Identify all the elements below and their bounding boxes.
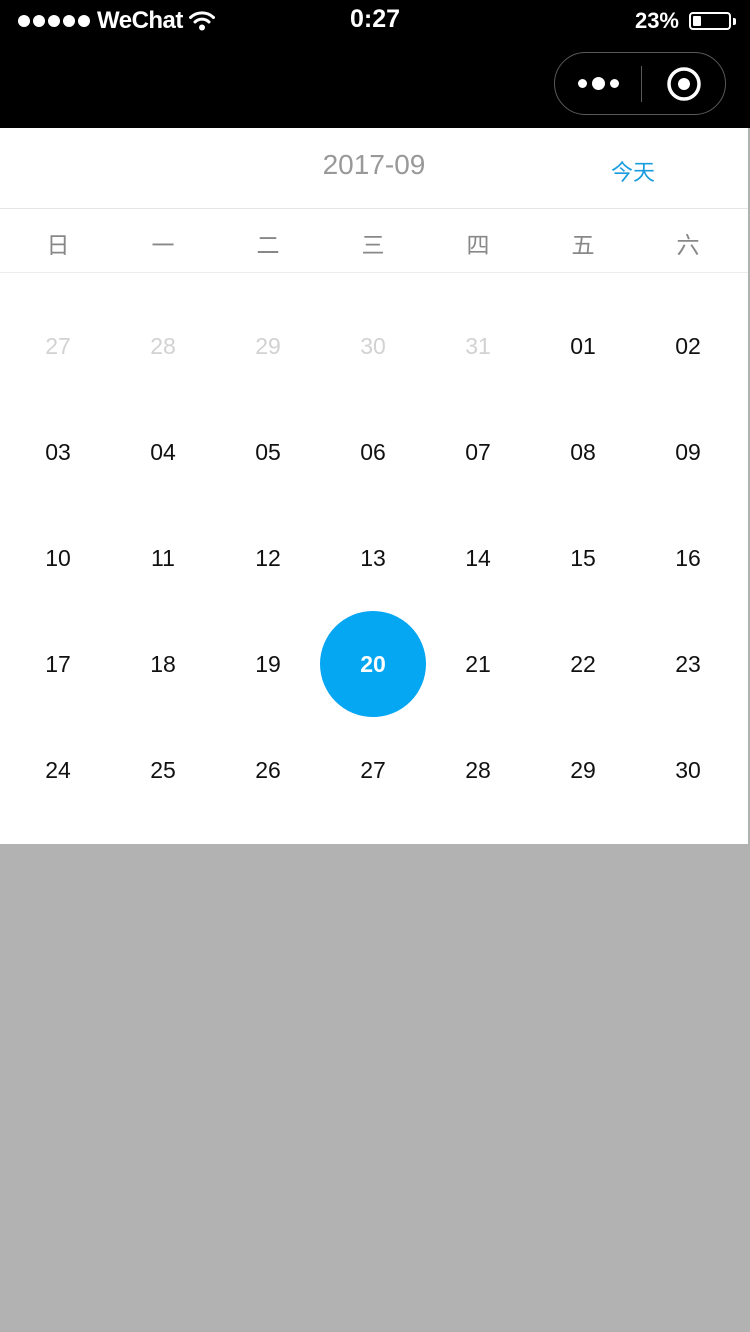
day-cell-other-month[interactable]: 31	[425, 293, 531, 399]
day-cell[interactable]: 22	[530, 611, 636, 717]
day-cell[interactable]: 10	[5, 505, 111, 611]
weekday-label: 一	[151, 232, 175, 258]
battery-icon	[689, 12, 731, 30]
day-cell[interactable]: 17	[5, 611, 111, 717]
day-cell[interactable]: 18	[110, 611, 216, 717]
day-cell-selected[interactable]: 20	[320, 611, 426, 717]
day-cell[interactable]: 05	[215, 399, 321, 505]
day-cell-other-month[interactable]: 27	[5, 293, 111, 399]
day-cell[interactable]: 08	[530, 399, 636, 505]
mini-program-capsule	[554, 52, 726, 115]
day-cell[interactable]: 14	[425, 505, 531, 611]
day-cell[interactable]: 09	[635, 399, 741, 505]
day-cell[interactable]: 28	[425, 717, 531, 823]
day-cell[interactable]: 19	[215, 611, 321, 717]
day-cell-other-month[interactable]: 28	[110, 293, 216, 399]
day-cell[interactable]: 04	[110, 399, 216, 505]
day-cell-other-month[interactable]: 30	[320, 293, 426, 399]
day-cell[interactable]: 25	[110, 717, 216, 823]
day-cell[interactable]: 26	[215, 717, 321, 823]
day-cell[interactable]: 07	[425, 399, 531, 505]
day-cell[interactable]: 21	[425, 611, 531, 717]
day-cell[interactable]: 29	[530, 717, 636, 823]
day-grid: 27 28 29 30 31 01 02 03 04 05 06 07 08 09 10 11 12 13 14 15…	[0, 273, 748, 844]
day-cell[interactable]: 24	[5, 717, 111, 823]
day-cell[interactable]: 12	[215, 505, 321, 611]
weekday-label: 日	[46, 232, 70, 258]
day-cell[interactable]: 15	[530, 505, 636, 611]
status-right: 23%	[635, 6, 736, 36]
day-cell[interactable]: 27	[320, 717, 426, 823]
more-dots-icon[interactable]	[555, 53, 641, 114]
weekday-label: 六	[676, 232, 700, 258]
weekday-label: 五	[571, 232, 595, 258]
weekday-label: 四	[466, 232, 490, 258]
day-cell[interactable]: 11	[110, 505, 216, 611]
day-cell[interactable]: 01	[530, 293, 636, 399]
day-cell[interactable]: 03	[5, 399, 111, 505]
day-cell[interactable]: 23	[635, 611, 741, 717]
calendar-header: 2017-09 今天	[0, 128, 748, 209]
day-cell[interactable]: 16	[635, 505, 741, 611]
day-cell[interactable]: 02	[635, 293, 741, 399]
weekday-label: 三	[361, 232, 385, 258]
day-cell[interactable]: 06	[320, 399, 426, 505]
target-icon[interactable]	[642, 53, 725, 114]
day-cell[interactable]: 13	[320, 505, 426, 611]
weekday-header: 日一二三四五六	[0, 209, 748, 273]
battery-percent: 23%	[634, 8, 679, 33]
day-cell-other-month[interactable]: 29	[215, 293, 321, 399]
calendar: 2017-09 今天 日一二三四五六 27 28 29 30 31 01 02 03 04 05 0…	[0, 128, 748, 844]
day-cell[interactable]: 30	[635, 717, 741, 823]
weekday-label: 二	[256, 232, 280, 258]
battery-tip	[733, 17, 736, 25]
battery-level-fill	[693, 16, 701, 26]
status-bar: WeChat 0:27 23%	[0, 0, 750, 128]
today-button[interactable]: 今天	[593, 155, 673, 187]
